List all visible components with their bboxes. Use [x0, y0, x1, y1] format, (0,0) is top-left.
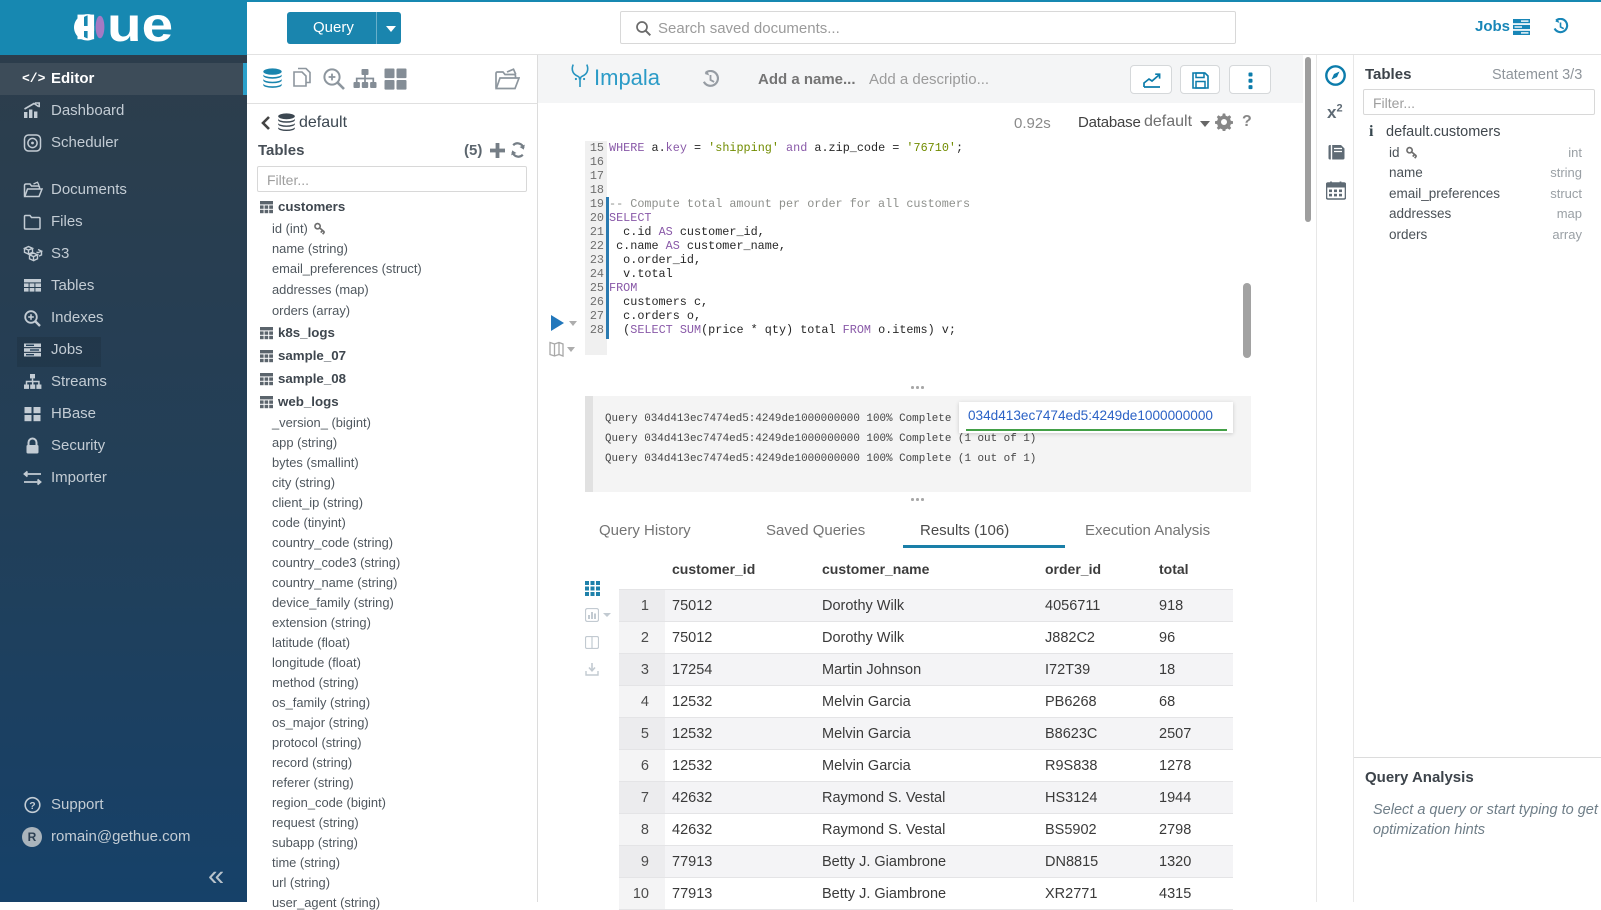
svg-text:ue: ue — [107, 13, 173, 43]
svg-text:?: ? — [29, 800, 35, 812]
